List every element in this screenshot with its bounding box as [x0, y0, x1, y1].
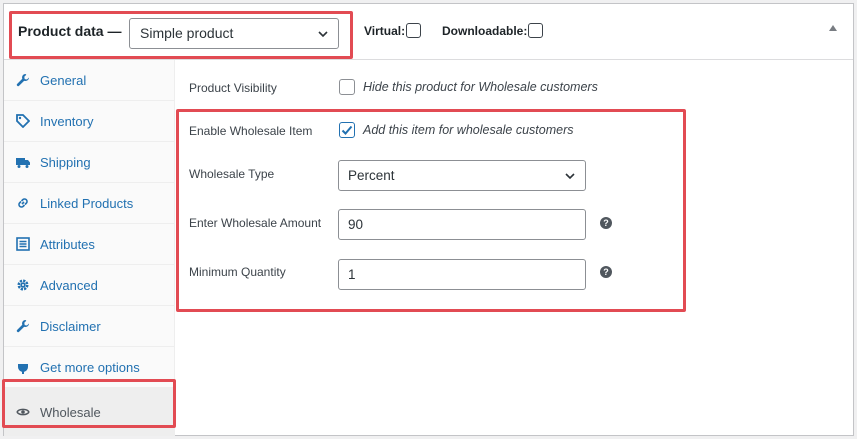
gear-icon — [17, 279, 29, 291]
tab-label: Get more options — [40, 359, 140, 375]
tab-shipping[interactable]: Shipping — [4, 142, 175, 183]
tab-disclaimer[interactable]: Disclaimer — [4, 306, 175, 347]
tab-label: Inventory — [40, 113, 94, 129]
tab-general[interactable]: General — [4, 60, 175, 101]
plugin-icon — [18, 361, 28, 374]
header-highlight-box — [9, 11, 353, 59]
tab-label: Advanced — [40, 277, 98, 293]
tab-advanced[interactable]: Advanced — [4, 265, 175, 306]
hide-for-wholesale-checkbox[interactable] — [339, 79, 355, 95]
tab-label: Linked Products — [40, 195, 134, 211]
truck-icon — [16, 158, 30, 168]
tab-label: General — [40, 72, 87, 88]
hide-for-wholesale-description: Hide this product for Wholesale customer… — [363, 80, 598, 94]
tag-icon — [16, 114, 30, 128]
product-visibility-label: Product Visibility — [189, 81, 277, 95]
tab-inventory[interactable]: Inventory — [4, 101, 175, 142]
wholesale-fields-highlight-box — [176, 109, 686, 312]
tab-linked-products[interactable]: Linked Products — [4, 183, 175, 224]
downloadable-checkbox[interactable]: Downloadable: — [442, 23, 544, 38]
tab-attributes[interactable]: Attributes — [4, 224, 175, 265]
collapse-toggle-icon[interactable] — [829, 25, 837, 31]
tab-label: Attributes — [40, 236, 95, 252]
tab-label: Shipping — [40, 154, 91, 170]
virtual-label: Virtual: — [364, 23, 406, 38]
tab-label: Disclaimer — [40, 318, 101, 334]
virtual-checkbox[interactable]: Virtual: — [364, 23, 422, 38]
wrench-icon — [16, 320, 29, 333]
downloadable-checkbox-box[interactable] — [528, 23, 544, 38]
link-icon — [18, 198, 28, 208]
list-icon — [16, 237, 30, 251]
wholesale-tab-highlight-box — [2, 379, 176, 428]
wrench-icon — [16, 74, 29, 87]
downloadable-label: Downloadable: — [442, 23, 528, 38]
virtual-checkbox-box[interactable] — [406, 23, 422, 38]
